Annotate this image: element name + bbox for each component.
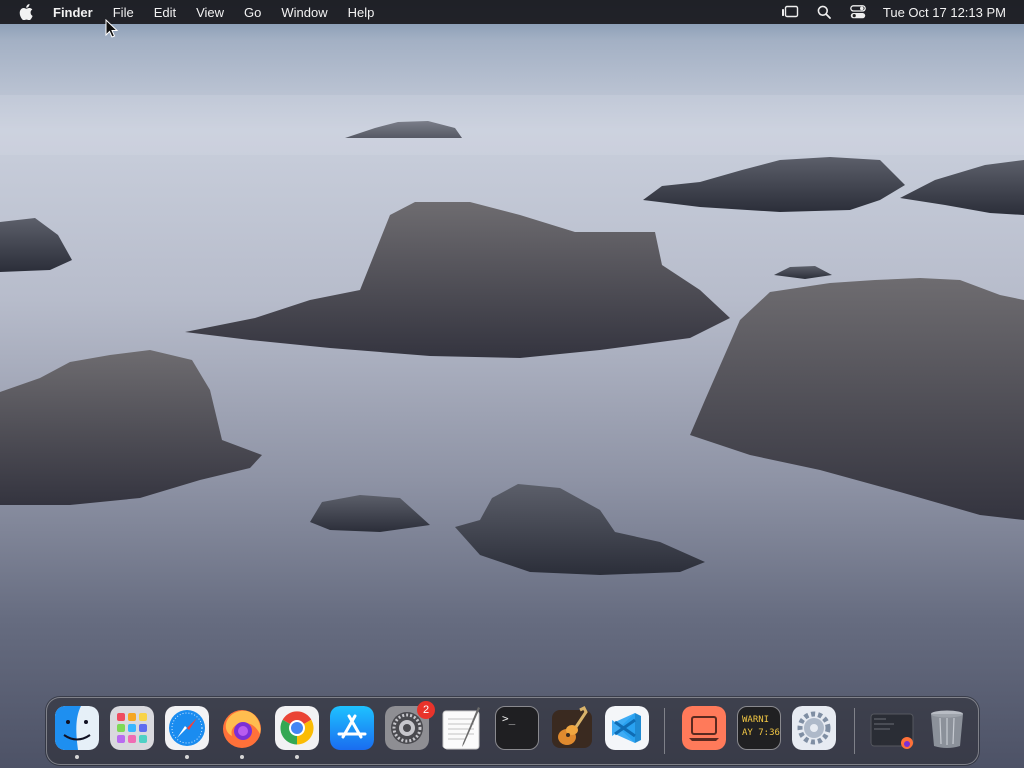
dock-separator [854, 708, 855, 754]
dock-item-downloads-stack[interactable] [870, 706, 914, 750]
dock-item-launchpad[interactable] [110, 706, 154, 750]
chrome-icon [275, 706, 319, 750]
dock-item-terminal[interactable]: >_ [495, 706, 539, 750]
menu-window[interactable]: Window [281, 5, 339, 20]
terminal-icon: >_ [495, 706, 539, 750]
stage-manager-icon[interactable] [781, 4, 799, 20]
downloads-stack-icon [870, 706, 914, 750]
menu-edit[interactable]: Edit [154, 5, 188, 20]
running-indicator [185, 755, 189, 759]
app-store-icon [330, 706, 374, 750]
console-log-text: WARNI AY 7:36 [742, 714, 780, 740]
vscode-icon [605, 706, 649, 750]
system-preferences-icon [792, 706, 836, 750]
apple-menu-icon[interactable] [19, 4, 35, 20]
menu-bar-status-area: Tue Oct 17 12:13 PM [781, 0, 1006, 24]
spotlight-search-icon[interactable] [815, 4, 833, 20]
dock-separator [664, 708, 665, 754]
textedit-icon [440, 706, 484, 750]
dock-item-google-chrome[interactable] [275, 706, 319, 759]
menu-help[interactable]: Help [348, 5, 387, 20]
running-indicator [75, 755, 79, 759]
menu-bar-clock[interactable]: Tue Oct 17 12:13 PM [883, 5, 1006, 20]
console-line-1: WARNI [742, 715, 770, 725]
dock-item-trash[interactable] [925, 706, 969, 750]
dock-item-screen-sharing[interactable] [682, 706, 726, 750]
dock: 2 >_ WARNI AY 7:36 [46, 697, 979, 765]
dock-item-safari[interactable] [165, 706, 209, 759]
dock-item-visual-studio-code[interactable] [605, 706, 649, 750]
screen-sharing-icon [682, 706, 726, 750]
dock-item-finder[interactable] [55, 706, 99, 759]
terminal-prompt: >_ [502, 712, 516, 725]
dock-item-system-preferences[interactable] [792, 706, 836, 750]
dock-item-app-store[interactable] [330, 706, 374, 750]
menu-bar: Finder File Edit View Go Window Help Tue… [0, 0, 1024, 24]
menu-app-finder[interactable]: Finder [53, 5, 105, 20]
desktop-wallpaper [0, 0, 1024, 768]
safari-icon [165, 706, 209, 750]
finder-icon [55, 706, 99, 750]
firefox-icon [220, 706, 264, 750]
console-icon: WARNI AY 7:36 [737, 706, 781, 750]
menu-view[interactable]: View [196, 5, 236, 20]
running-indicator [240, 755, 244, 759]
mouse-cursor-icon [105, 19, 119, 38]
dock-item-garageband[interactable] [550, 706, 594, 750]
trash-icon [925, 706, 969, 750]
console-line-2: AY 7:36 [742, 728, 780, 738]
running-indicator [295, 755, 299, 759]
menu-go[interactable]: Go [244, 5, 273, 20]
menu-file[interactable]: File [113, 5, 146, 20]
dock-item-textedit[interactable] [440, 706, 484, 750]
dock-item-system-settings[interactable]: 2 [385, 701, 435, 750]
notification-badge: 2 [417, 701, 435, 719]
control-center-icon[interactable] [849, 4, 867, 20]
launchpad-icon [110, 706, 154, 750]
wallpaper-rocks [0, 95, 1024, 575]
dock-item-firefox[interactable] [220, 706, 264, 759]
dock-item-console[interactable]: WARNI AY 7:36 [737, 706, 781, 750]
garageband-icon [550, 706, 594, 750]
